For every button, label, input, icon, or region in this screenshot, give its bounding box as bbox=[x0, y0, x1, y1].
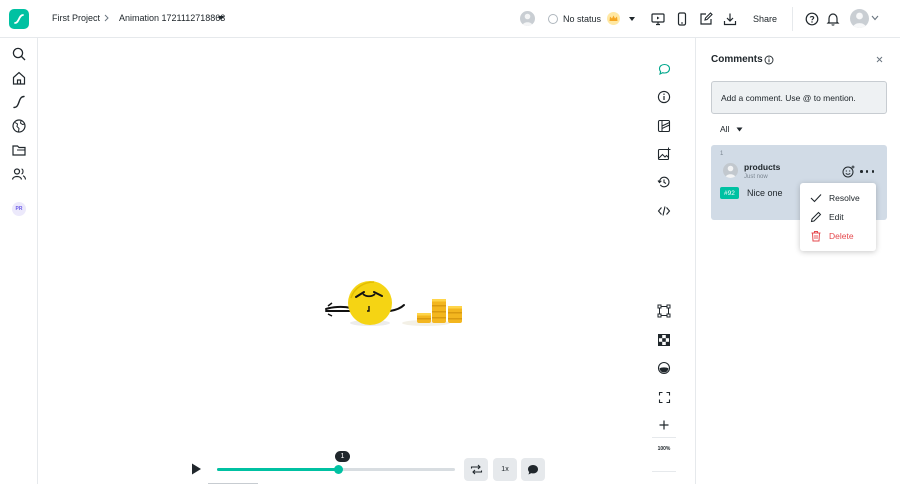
edit-icon[interactable] bbox=[698, 11, 714, 27]
animation-preview bbox=[324, 278, 469, 330]
panel-title: Comments bbox=[711, 54, 763, 65]
status-label: No status bbox=[563, 13, 602, 24]
bounding-box-icon bbox=[657, 304, 671, 318]
current-frame-badge: 1 bbox=[335, 451, 350, 462]
comment-input[interactable]: Add a comment. Use @ to mention. bbox=[711, 81, 887, 114]
fullscreen-tool-button[interactable] bbox=[652, 385, 676, 409]
breadcrumb-project[interactable]: First Project bbox=[52, 13, 100, 23]
zoom-divider bbox=[652, 437, 676, 438]
breadcrumb-file[interactable]: Animation 1721112718863 bbox=[119, 13, 225, 23]
folder-icon[interactable] bbox=[11, 142, 27, 158]
add-reaction-icon[interactable] bbox=[842, 165, 855, 178]
status-dropdown[interactable]: No status bbox=[548, 11, 636, 26]
code-icon bbox=[657, 204, 671, 218]
comment-playback-button[interactable] bbox=[521, 458, 545, 481]
pencil-icon bbox=[810, 211, 829, 223]
share-button[interactable]: Share bbox=[744, 10, 786, 28]
caret-down-icon bbox=[736, 127, 743, 132]
caret-down-icon[interactable] bbox=[217, 15, 225, 21]
menu-item-edit[interactable]: Edit bbox=[810, 210, 844, 224]
zoom-level[interactable]: 100% bbox=[652, 446, 676, 452]
menu-item-label: Edit bbox=[829, 212, 844, 222]
globe-icon[interactable] bbox=[11, 118, 27, 134]
bounding-box-tool-button[interactable] bbox=[652, 299, 676, 323]
comment-text: Nice one bbox=[747, 188, 783, 198]
zoom-divider bbox=[652, 471, 676, 472]
background-color-tool-button[interactable] bbox=[652, 356, 676, 380]
comment-bubble-icon bbox=[527, 464, 539, 476]
chevron-down-icon[interactable] bbox=[871, 15, 879, 21]
bell-icon[interactable] bbox=[825, 11, 841, 27]
layers-tool-button[interactable] bbox=[652, 114, 676, 138]
color-icon bbox=[657, 361, 671, 375]
toolbar-divider bbox=[792, 7, 793, 31]
info-tool-button[interactable] bbox=[652, 85, 676, 109]
timeline-progress bbox=[217, 468, 336, 471]
comment-context-menu: Resolve Edit Delete bbox=[800, 183, 876, 251]
help-icon[interactable] bbox=[804, 11, 820, 27]
workspace-badge[interactable]: PR bbox=[12, 202, 26, 216]
image-tool-button[interactable] bbox=[652, 142, 676, 166]
layers-icon bbox=[657, 119, 671, 133]
close-icon[interactable] bbox=[874, 54, 885, 65]
loop-button[interactable] bbox=[464, 458, 488, 481]
pen-icon[interactable] bbox=[11, 94, 27, 110]
top-bar: First Project Animation 1721112718863 No… bbox=[0, 0, 900, 38]
comment-icon bbox=[658, 63, 671, 76]
comment-avatar bbox=[723, 163, 738, 178]
more-options-icon[interactable] bbox=[860, 165, 874, 178]
animation-canvas[interactable] bbox=[38, 38, 695, 484]
history-icon bbox=[657, 175, 671, 189]
comments-panel: Comments Add a comment. Use @ to mention… bbox=[695, 38, 900, 484]
check-icon bbox=[810, 193, 829, 203]
status-circle-icon bbox=[548, 13, 558, 24]
speed-button[interactable]: 1x bbox=[493, 458, 517, 481]
menu-item-label: Resolve bbox=[829, 193, 860, 203]
comment-tag: #92 bbox=[720, 187, 739, 199]
trash-icon bbox=[810, 230, 829, 242]
info-icon[interactable] bbox=[764, 55, 774, 65]
fullscreen-icon bbox=[658, 391, 671, 404]
comment-filter-dropdown[interactable]: All bbox=[720, 124, 743, 134]
mobile-preview-icon[interactable] bbox=[674, 11, 690, 27]
comment-author: products bbox=[744, 162, 781, 172]
comment-tool-button[interactable] bbox=[652, 57, 676, 81]
comment-number: 1 bbox=[720, 151, 724, 157]
image-icon bbox=[657, 147, 671, 161]
home-icon[interactable] bbox=[11, 70, 27, 86]
left-sidebar: PR bbox=[0, 38, 38, 484]
info-icon bbox=[657, 90, 671, 104]
timeline-thumb[interactable] bbox=[334, 465, 343, 474]
crown-icon bbox=[607, 12, 621, 25]
menu-item-delete[interactable]: Delete bbox=[810, 229, 854, 243]
zoom-in-tool-button[interactable] bbox=[652, 413, 676, 437]
collaborator-avatar[interactable] bbox=[520, 11, 535, 26]
zoom-in-icon bbox=[658, 419, 670, 431]
code-tool-button[interactable] bbox=[652, 199, 676, 223]
menu-item-resolve[interactable]: Resolve bbox=[810, 191, 860, 205]
history-tool-button[interactable] bbox=[652, 170, 676, 194]
search-icon[interactable] bbox=[11, 46, 27, 62]
loop-icon bbox=[470, 464, 483, 475]
checkerboard-icon bbox=[658, 334, 670, 346]
chevron-right-icon bbox=[104, 13, 110, 23]
desktop-preview-icon[interactable] bbox=[650, 11, 666, 27]
menu-item-label: Delete bbox=[829, 231, 854, 241]
profile-avatar[interactable] bbox=[850, 9, 869, 28]
caret-down-icon bbox=[628, 16, 636, 22]
lottiefiles-logo[interactable] bbox=[9, 9, 29, 29]
play-button[interactable] bbox=[189, 462, 203, 476]
download-icon[interactable] bbox=[722, 11, 738, 27]
users-icon[interactable] bbox=[11, 166, 27, 182]
filter-label: All bbox=[720, 124, 730, 134]
transparency-tool-button[interactable] bbox=[652, 328, 676, 352]
comment-time: Just now bbox=[744, 174, 768, 180]
